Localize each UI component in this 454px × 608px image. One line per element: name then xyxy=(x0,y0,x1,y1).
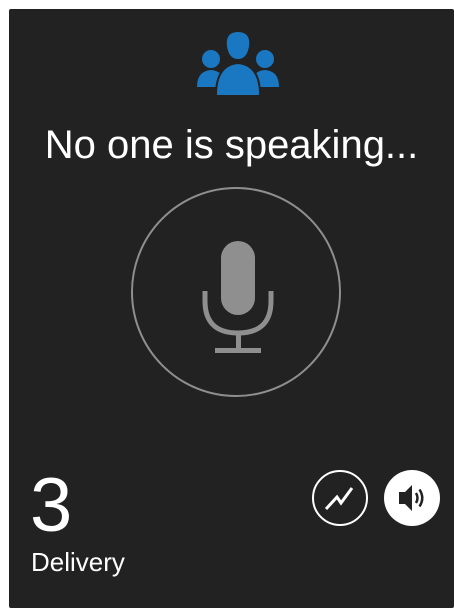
activity-button[interactable] xyxy=(312,470,368,526)
channel-number: 3 xyxy=(30,463,73,548)
walkie-talkie-screen: No one is speaking... 3 Delivery xyxy=(9,9,454,608)
speaker-icon xyxy=(399,485,424,511)
microphone-icon xyxy=(202,241,274,353)
speaking-status: No one is speaking... xyxy=(44,123,419,167)
push-to-talk-button[interactable] xyxy=(131,187,341,397)
channel-name: Delivery xyxy=(31,547,125,577)
group-icon xyxy=(197,32,279,96)
speaker-button[interactable] xyxy=(384,470,440,526)
activity-icon xyxy=(324,487,354,511)
